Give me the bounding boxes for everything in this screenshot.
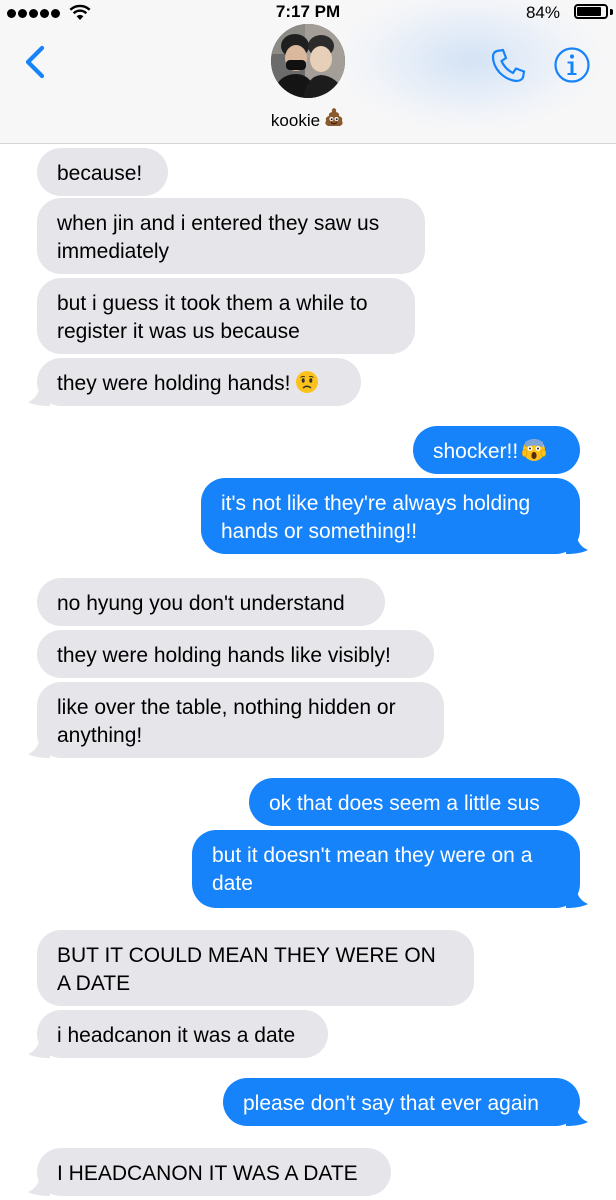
bubble-tail (566, 1106, 588, 1126)
info-icon[interactable] (553, 46, 591, 84)
incoming-message[interactable]: because! (37, 148, 168, 196)
message-thread[interactable]: because! when jin and i entered they saw… (0, 144, 616, 1200)
incoming-message[interactable]: like over the table, nothing hidden or a… (37, 682, 444, 758)
incoming-message[interactable]: but i guess it took them a while to regi… (37, 278, 415, 354)
contact-avatar[interactable] (271, 24, 345, 98)
message-text-line: immediately (57, 240, 170, 263)
avatar-photo (271, 24, 345, 98)
message-text: no hyung you don't understand (57, 592, 345, 615)
message-text: because! (57, 162, 143, 185)
incoming-message[interactable]: I HEADCANON IT WAS A DATE (37, 1148, 391, 1196)
message-text: I HEADCANON IT WAS A DATE (57, 1162, 358, 1185)
contact-name-text: kookie (270, 111, 321, 130)
battery-percentage: 84% (525, 3, 560, 22)
incoming-message[interactable]: they were holding hands! (37, 358, 361, 406)
message-text-line: when jin and i entered they saw us (57, 212, 380, 235)
outgoing-message[interactable]: it's not like they're always holding han… (201, 478, 580, 554)
message-text-line: BUT IT COULD MEAN THEY WERE ON (57, 944, 436, 967)
message-text: shocker!! (433, 440, 519, 463)
worried-face-emoji (295, 371, 318, 393)
incoming-message[interactable]: no hyung you don't understand (37, 578, 385, 626)
outgoing-message[interactable]: ok that does seem a little sus (249, 778, 580, 826)
outgoing-message[interactable]: but it doesn't mean they were on a date (192, 830, 580, 908)
phone-icon[interactable] (488, 46, 528, 86)
message-text: they were holding hands! (57, 372, 291, 395)
status-bar: 7:17 PM 84% (0, 0, 616, 26)
bubble-tail (28, 386, 50, 406)
battery-tip (610, 9, 613, 15)
message-text: ok that does seem a little sus (269, 792, 540, 815)
message-text: they were holding hands like visibly! (57, 644, 391, 667)
screaming-face-emoji (522, 439, 547, 461)
outgoing-message[interactable]: please don't say that ever again (223, 1078, 580, 1126)
message-text-line: hands or something!! (221, 520, 418, 543)
bubble-tail (28, 1176, 50, 1196)
battery-icon (574, 4, 608, 19)
conversation-header: 7:17 PM 84% kookie (0, 0, 616, 144)
contact-name[interactable]: kookie (0, 106, 616, 131)
message-text-line: anything! (57, 724, 143, 747)
incoming-message[interactable]: BUT IT COULD MEAN THEY WERE ON A DATE (37, 930, 474, 1006)
bubble-tail (566, 888, 588, 908)
message-text-line: but i guess it took them a while to (57, 292, 368, 315)
message-text-line: A DATE (57, 972, 131, 995)
bubble-tail (566, 534, 588, 554)
message-text-line: date (212, 872, 253, 895)
incoming-message[interactable]: when jin and i entered they saw us immed… (37, 198, 425, 274)
message-text-line: register it was us because (57, 320, 300, 343)
outgoing-message[interactable]: shocker!! (413, 426, 580, 474)
message-text-line: it's not like they're always holding (221, 492, 531, 515)
bubble-tail (28, 738, 50, 758)
message-text-line: like over the table, nothing hidden or (57, 696, 396, 719)
message-text: i headcanon it was a date (57, 1024, 296, 1047)
messages-screen: 7:17 PM 84% kookie because! when jin and… (0, 0, 616, 1200)
message-text-line: but it doesn't mean they were on a (212, 844, 533, 867)
incoming-message[interactable]: they were holding hands like visibly! (37, 630, 434, 678)
bubble-tail (28, 1038, 50, 1058)
status-time: 7:17 PM (275, 2, 341, 21)
incoming-message[interactable]: i headcanon it was a date (37, 1010, 328, 1058)
pile-of-poo-emoji (325, 108, 343, 126)
message-text: please don't say that ever again (243, 1092, 539, 1115)
chevron-left-icon[interactable] (18, 40, 54, 84)
